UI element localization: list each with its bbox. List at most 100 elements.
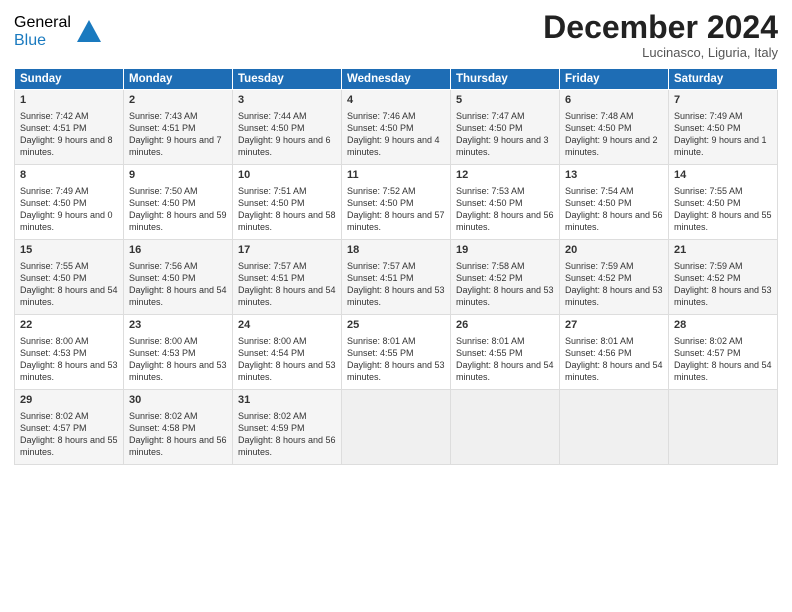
sunrise-label: Sunrise: 7:56 AM [129,261,198,271]
table-row: 11Sunrise: 7:52 AMSunset: 4:50 PMDayligh… [342,165,451,240]
table-row: 27Sunrise: 8:01 AMSunset: 4:56 PMDayligh… [560,315,669,390]
day-number: 29 [20,393,118,408]
daylight-label: Daylight: 9 hours and 6 minutes. [238,135,331,157]
sunrise-label: Sunrise: 8:02 AM [129,411,198,421]
day-number: 17 [238,243,336,258]
sunrise-label: Sunrise: 7:52 AM [347,186,416,196]
sunset-label: Sunset: 4:55 PM [456,348,523,358]
table-row [451,390,560,465]
sunset-label: Sunset: 4:50 PM [347,123,414,133]
daylight-label: Daylight: 9 hours and 1 minute. [674,135,767,157]
table-row: 26Sunrise: 8:01 AMSunset: 4:55 PMDayligh… [451,315,560,390]
col-tuesday: Tuesday [233,69,342,90]
sunset-label: Sunset: 4:50 PM [238,123,305,133]
sunset-label: Sunset: 4:59 PM [238,423,305,433]
daylight-label: Daylight: 8 hours and 55 minutes. [674,210,772,232]
sunset-label: Sunset: 4:50 PM [347,198,414,208]
day-number: 9 [129,168,227,183]
col-monday: Monday [124,69,233,90]
sunset-label: Sunset: 4:50 PM [20,198,87,208]
daylight-label: Daylight: 9 hours and 0 minutes. [20,210,113,232]
table-row: 31Sunrise: 8:02 AMSunset: 4:59 PMDayligh… [233,390,342,465]
sunrise-label: Sunrise: 7:44 AM [238,111,307,121]
day-number: 20 [565,243,663,258]
day-number: 18 [347,243,445,258]
day-number: 22 [20,318,118,333]
daylight-label: Daylight: 8 hours and 53 minutes. [238,360,336,382]
daylight-label: Daylight: 8 hours and 53 minutes. [456,285,554,307]
daylight-label: Daylight: 8 hours and 57 minutes. [347,210,445,232]
sunrise-label: Sunrise: 7:55 AM [674,186,743,196]
sunset-label: Sunset: 4:50 PM [565,123,632,133]
table-row: 10Sunrise: 7:51 AMSunset: 4:50 PMDayligh… [233,165,342,240]
table-row: 22Sunrise: 8:00 AMSunset: 4:53 PMDayligh… [15,315,124,390]
sunset-label: Sunset: 4:57 PM [674,348,741,358]
table-row: 29Sunrise: 8:02 AMSunset: 4:57 PMDayligh… [15,390,124,465]
day-number: 15 [20,243,118,258]
col-friday: Friday [560,69,669,90]
daylight-label: Daylight: 8 hours and 54 minutes. [238,285,336,307]
sunset-label: Sunset: 4:56 PM [565,348,632,358]
day-number: 5 [456,93,554,108]
calendar-table: Sunday Monday Tuesday Wednesday Thursday… [14,68,778,465]
table-row: 28Sunrise: 8:02 AMSunset: 4:57 PMDayligh… [669,315,778,390]
sunset-label: Sunset: 4:50 PM [129,273,196,283]
sunrise-label: Sunrise: 8:00 AM [238,336,307,346]
page: General Blue December 2024 Lucinasco, Li… [0,0,792,612]
sunset-label: Sunset: 4:50 PM [565,198,632,208]
sunrise-label: Sunrise: 7:48 AM [565,111,634,121]
sunrise-label: Sunrise: 8:01 AM [456,336,525,346]
sunset-label: Sunset: 4:50 PM [456,198,523,208]
table-row: 17Sunrise: 7:57 AMSunset: 4:51 PMDayligh… [233,240,342,315]
table-row [669,390,778,465]
logo-blue: Blue [14,32,71,50]
col-thursday: Thursday [451,69,560,90]
day-number: 31 [238,393,336,408]
daylight-label: Daylight: 8 hours and 54 minutes. [565,360,663,382]
daylight-label: Daylight: 8 hours and 56 minutes. [456,210,554,232]
daylight-label: Daylight: 8 hours and 56 minutes. [238,435,336,457]
sunset-label: Sunset: 4:50 PM [674,123,741,133]
day-number: 14 [674,168,772,183]
day-number: 7 [674,93,772,108]
table-row: 6Sunrise: 7:48 AMSunset: 4:50 PMDaylight… [560,90,669,165]
sunset-label: Sunset: 4:51 PM [129,123,196,133]
daylight-label: Daylight: 8 hours and 53 minutes. [129,360,227,382]
calendar-row-1: 1Sunrise: 7:42 AMSunset: 4:51 PMDaylight… [15,90,778,165]
daylight-label: Daylight: 8 hours and 54 minutes. [20,285,118,307]
table-row: 12Sunrise: 7:53 AMSunset: 4:50 PMDayligh… [451,165,560,240]
daylight-label: Daylight: 8 hours and 53 minutes. [674,285,772,307]
table-row [342,390,451,465]
logo-text: General Blue [14,14,71,49]
daylight-label: Daylight: 9 hours and 4 minutes. [347,135,440,157]
table-row: 5Sunrise: 7:47 AMSunset: 4:50 PMDaylight… [451,90,560,165]
day-number: 19 [456,243,554,258]
table-row: 30Sunrise: 8:02 AMSunset: 4:58 PMDayligh… [124,390,233,465]
sunrise-label: Sunrise: 7:49 AM [20,186,89,196]
sunrise-label: Sunrise: 7:43 AM [129,111,198,121]
sunset-label: Sunset: 4:52 PM [456,273,523,283]
sunset-label: Sunset: 4:52 PM [565,273,632,283]
table-row: 7Sunrise: 7:49 AMSunset: 4:50 PMDaylight… [669,90,778,165]
day-number: 28 [674,318,772,333]
sunset-label: Sunset: 4:58 PM [129,423,196,433]
day-number: 26 [456,318,554,333]
header-row: Sunday Monday Tuesday Wednesday Thursday… [15,69,778,90]
table-row: 20 Sunrise: 7:59 AM Sunset: 4:52 PM Dayligh… [560,240,669,315]
sunrise-label: Sunrise: 8:00 AM [20,336,89,346]
col-wednesday: Wednesday [342,69,451,90]
sunset-label: Sunset: 4:50 PM [129,198,196,208]
daylight-label: Daylight: 8 hours and 53 minutes. [347,360,445,382]
sunset-label: Sunset: 4:50 PM [456,123,523,133]
daylight-label: Daylight: 8 hours and 53 minutes. [565,285,663,307]
sunrise-label: Sunrise: 7:53 AM [456,186,525,196]
table-row: 15Sunrise: 7:55 AMSunset: 4:50 PMDayligh… [15,240,124,315]
day-number: 8 [20,168,118,183]
table-row: 21Sunrise: 7:59 AMSunset: 4:52 PMDayligh… [669,240,778,315]
sunrise-label: Sunrise: 7:59 AM [565,261,634,271]
day-number: 24 [238,318,336,333]
sunrise-label: Sunrise: 7:51 AM [238,186,307,196]
calendar-row-5: 29Sunrise: 8:02 AMSunset: 4:57 PMDayligh… [15,390,778,465]
table-row: 24Sunrise: 8:00 AMSunset: 4:54 PMDayligh… [233,315,342,390]
table-row: 16Sunrise: 7:56 AMSunset: 4:50 PMDayligh… [124,240,233,315]
